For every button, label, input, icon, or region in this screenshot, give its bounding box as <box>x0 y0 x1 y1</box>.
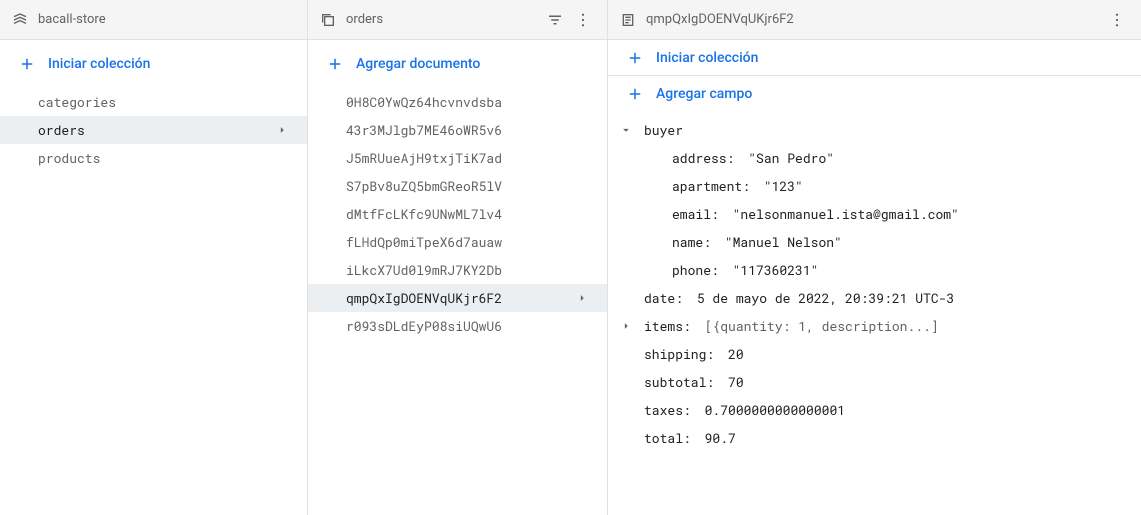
collections-list: categories orders products <box>0 88 307 515</box>
document-item-label: S7pBv8uZQ5bmGReoR5lV <box>346 177 502 195</box>
filter-button[interactable] <box>543 8 567 32</box>
field-buyer-address[interactable]: address: "San Pedro" <box>608 144 1141 172</box>
chevron-right-icon <box>575 291 589 305</box>
document-title: qmpQxIgDOENVqUKjr6F2 <box>646 12 1101 27</box>
field-key: shipping: <box>644 345 714 363</box>
chevron-right-icon <box>619 319 633 333</box>
field-key: name: <box>672 233 711 251</box>
start-collection-label: Iniciar colección <box>48 56 150 72</box>
plus-icon <box>326 55 344 73</box>
collapse-toggle[interactable] <box>608 123 644 137</box>
collection-item-label: categories <box>38 93 116 111</box>
field-key: subtotal: <box>644 373 714 391</box>
field-key: date: <box>644 289 683 307</box>
field-value: 90.7 <box>705 429 736 447</box>
collection-item-label: products <box>38 149 100 167</box>
document-item[interactable]: J5mRUueAjH9txjTiK7ad <box>308 144 607 172</box>
document-item-label: J5mRUueAjH9txjTiK7ad <box>346 149 502 167</box>
document-item-label: qmpQxIgDOENVqUKjr6F2 <box>346 289 502 307</box>
expand-toggle[interactable] <box>608 319 644 333</box>
documents-panel-header: orders <box>308 0 607 40</box>
plus-icon <box>626 49 644 67</box>
field-buyer-apartment[interactable]: apartment: "123" <box>608 172 1141 200</box>
plus-icon <box>18 55 36 73</box>
document-panel: qmpQxIgDOENVqUKjr6F2 Iniciar colección A… <box>608 0 1141 515</box>
document-item-label: r093sDLdEyP08siUQwU6 <box>346 317 502 335</box>
chevron-right-icon <box>275 123 289 137</box>
field-taxes[interactable]: taxes: 0.7000000000000001 <box>608 396 1141 424</box>
field-value: 0.7000000000000001 <box>705 401 845 419</box>
documents-panel: orders Agregar documento 0H8C0YwQz64hcvn… <box>308 0 608 515</box>
document-icon <box>620 12 636 28</box>
field-subtotal[interactable]: subtotal: 70 <box>608 368 1141 396</box>
document-item-label: iLkcX7Ud0l9mRJ7KY2Db <box>346 261 502 279</box>
doc-start-collection-label: Iniciar colección <box>656 50 758 66</box>
field-total[interactable]: total: 90.7 <box>608 424 1141 452</box>
field-value: "San Pedro" <box>748 149 834 167</box>
document-panel-header: qmpQxIgDOENVqUKjr6F2 <box>608 0 1141 40</box>
collection-title: orders <box>346 12 539 27</box>
collection-item[interactable]: categories <box>0 88 307 116</box>
field-value: 70 <box>728 373 744 391</box>
filter-icon <box>546 11 564 29</box>
more-vert-icon <box>1108 11 1126 29</box>
add-document-button[interactable]: Agregar documento <box>308 40 607 88</box>
collection-item[interactable]: orders <box>0 116 307 144</box>
field-value: "nelsonmanuel.ista@gmail.com" <box>733 205 959 223</box>
collections-panel-header: bacall-store <box>0 0 307 40</box>
field-buyer-phone[interactable]: phone: "117360231" <box>608 256 1141 284</box>
field-value: "117360231" <box>733 261 819 279</box>
document-item[interactable]: qmpQxIgDOENVqUKjr6F2 <box>308 284 607 312</box>
collections-panel: bacall-store Iniciar colección categorie… <box>0 0 308 515</box>
document-item[interactable]: fLHdQp0miTpeX6d7auaw <box>308 228 607 256</box>
field-shipping[interactable]: shipping: 20 <box>608 340 1141 368</box>
documents-list: 0H8C0YwQz64hcvnvdsba 43r3MJlgb7ME46oWR5v6… <box>308 88 607 515</box>
field-key: taxes: <box>644 401 691 419</box>
document-item-label: dMtfFcLKfc9UNwML7lv4 <box>346 205 502 223</box>
document-item-label: 0H8C0YwQz64hcvnvdsba <box>346 93 502 111</box>
more-vert-icon <box>574 11 592 29</box>
plus-icon <box>626 85 644 103</box>
documents-menu-button[interactable] <box>571 8 595 32</box>
field-value: "Manuel Nelson" <box>725 233 842 251</box>
field-value: 20 <box>728 345 744 363</box>
field-buyer-email[interactable]: email: "nelsonmanuel.ista@gmail.com" <box>608 200 1141 228</box>
document-menu-button[interactable] <box>1105 8 1129 32</box>
field-key: total: <box>644 429 691 447</box>
field-key: buyer <box>644 121 683 139</box>
field-buyer-name[interactable]: name: "Manuel Nelson" <box>608 228 1141 256</box>
add-field-label: Agregar campo <box>656 86 752 102</box>
fields-list: buyer address: "San Pedro" apartment: "1… <box>608 112 1141 456</box>
database-title: bacall-store <box>38 12 295 27</box>
field-key: apartment: <box>672 177 750 195</box>
add-field-button[interactable]: Agregar campo <box>608 76 1141 112</box>
doc-start-collection-button[interactable]: Iniciar colección <box>608 40 1141 76</box>
document-item[interactable]: S7pBv8uZQ5bmGReoR5lV <box>308 172 607 200</box>
document-item-label: 43r3MJlgb7ME46oWR5v6 <box>346 121 502 139</box>
document-item[interactable]: 43r3MJlgb7ME46oWR5v6 <box>308 116 607 144</box>
document-item[interactable]: iLkcX7Ud0l9mRJ7KY2Db <box>308 256 607 284</box>
document-item-label: fLHdQp0miTpeX6d7auaw <box>346 233 502 251</box>
field-key: items: <box>644 317 691 335</box>
document-item[interactable]: dMtfFcLKfc9UNwML7lv4 <box>308 200 607 228</box>
collection-item-label: orders <box>38 121 85 139</box>
field-value: 5 de mayo de 2022, 20:39:21 UTC-3 <box>697 289 954 307</box>
document-item[interactable]: r093sDLdEyP08siUQwU6 <box>308 312 607 340</box>
add-document-label: Agregar documento <box>356 56 480 72</box>
field-date[interactable]: date: 5 de mayo de 2022, 20:39:21 UTC-3 <box>608 284 1141 312</box>
collection-item[interactable]: products <box>0 144 307 172</box>
document-item[interactable]: 0H8C0YwQz64hcvnvdsba <box>308 88 607 116</box>
start-collection-button[interactable]: Iniciar colección <box>0 40 307 88</box>
field-key: phone: <box>672 261 719 279</box>
chevron-down-icon <box>619 123 633 137</box>
field-value: [{quantity: 1, description...] <box>705 317 939 335</box>
field-key: email: <box>672 205 719 223</box>
database-icon <box>12 12 28 28</box>
field-buyer[interactable]: buyer <box>608 116 1141 144</box>
field-value: "123" <box>764 177 803 195</box>
field-items[interactable]: items: [{quantity: 1, description...] <box>608 312 1141 340</box>
field-key: address: <box>672 149 734 167</box>
collection-icon <box>320 12 336 28</box>
